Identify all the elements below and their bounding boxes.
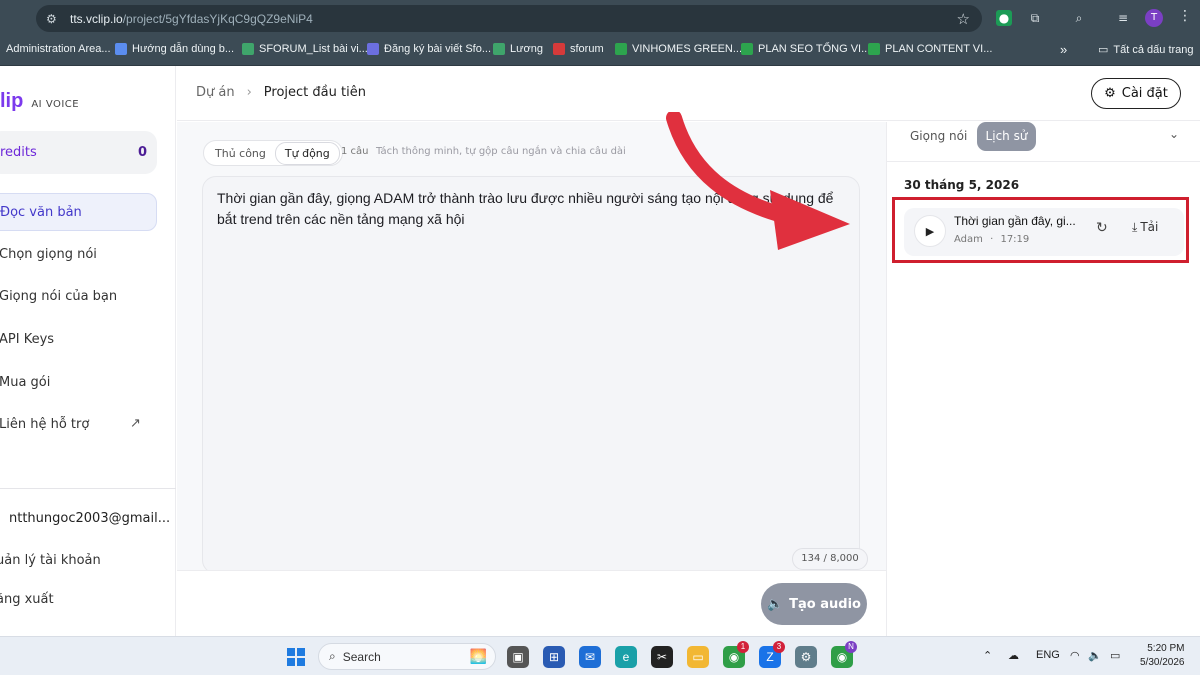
history-item-meta: Adam · 17:19 xyxy=(954,234,1030,245)
taskbar-search[interactable]: ⌕ Search 🌅 xyxy=(318,643,496,670)
mode-manual-option[interactable]: Thủ công xyxy=(206,143,275,164)
sidebar: lip AI VOICE redits 0 Đọc văn bản Chọn g… xyxy=(0,66,176,636)
app-logo[interactable]: lip AI VOICE xyxy=(0,90,79,113)
start-button-icon[interactable] xyxy=(287,648,305,666)
sidebar-item-api-keys[interactable]: API Keys xyxy=(0,320,157,358)
history-panel: Giọng nói Lịch sử ⌄ 30 tháng 5, 2026 ▶ T… xyxy=(886,122,1200,636)
history-item[interactable]: ▶ Thời gian gần đây, gi... Adam · 17:19 … xyxy=(904,208,1184,256)
all-bookmarks-folder[interactable]: ▭ Tất cả dấu trang xyxy=(1098,43,1194,57)
capcut-icon[interactable]: ✂ xyxy=(651,646,673,668)
badge-count: N xyxy=(845,641,857,653)
credits-card: redits 0 xyxy=(0,131,157,174)
system-clock[interactable]: 5:20 PM 5/30/2026 xyxy=(1140,642,1185,670)
breadcrumb-projects[interactable]: Dự án xyxy=(196,85,235,100)
settings-app-icon[interactable]: ⚙ xyxy=(795,646,817,668)
sidebar-item-buy-plan[interactable]: Mua gói xyxy=(0,363,157,401)
weather-icon: 🌅 xyxy=(469,648,487,664)
panel-tabs: Giọng nói Lịch sử ⌄ xyxy=(887,122,1200,162)
bookmark-item[interactable]: Lương xyxy=(493,43,543,55)
breadcrumb: Dự án › Project đầu tiên xyxy=(196,85,366,100)
breadcrumb-current: Project đầu tiên xyxy=(263,85,366,100)
bookmark-item[interactable]: PLAN SEO TỔNG VI... xyxy=(741,43,870,55)
form-icon xyxy=(367,43,379,55)
bookmark-item[interactable]: VINHOMES GREEN... xyxy=(615,43,742,55)
download-icon: ⤓ xyxy=(1132,220,1138,234)
annotation-arrow xyxy=(666,112,850,250)
gear-icon: ⚙ xyxy=(1104,86,1116,101)
play-icon[interactable]: ▶ xyxy=(914,215,946,247)
reading-list-icon[interactable]: ≡ xyxy=(1115,10,1131,26)
split-hint: Tách thông minh, tự gộp câu ngắn và chia… xyxy=(376,146,626,157)
create-audio-button[interactable]: 🔈 Tạo audio xyxy=(761,583,867,625)
edge-icon[interactable]: e xyxy=(615,646,637,668)
logout-link[interactable]: ăng xuất xyxy=(0,592,54,607)
tab-voices[interactable]: Giọng nói xyxy=(910,129,967,143)
sheet-plus-icon xyxy=(868,43,880,55)
badge-count: 3 xyxy=(773,641,785,653)
sidebar-item-read-text[interactable]: Đọc văn bản xyxy=(0,193,157,231)
sentence-count: 1 câu xyxy=(341,146,369,157)
store-icon[interactable]: ⊞ xyxy=(543,646,565,668)
search-icon: ⌕ xyxy=(329,649,336,663)
bookmark-item[interactable]: SFORUM_List bài vi... xyxy=(242,43,368,55)
onedrive-icon[interactable]: ☁ xyxy=(1008,649,1019,662)
sheet-plus-icon xyxy=(741,43,753,55)
address-bar[interactable]: ⚙ tts.vclip.io/project/5gYfdasYjKqC9gQZ9… xyxy=(36,5,982,32)
language-indicator[interactable]: ENG xyxy=(1036,649,1060,661)
badge-count: 1 xyxy=(737,641,749,653)
file-explorer-icon[interactable]: ▭ xyxy=(687,646,709,668)
extension-icon[interactable]: ● xyxy=(996,10,1012,26)
regenerate-icon[interactable]: ↻ xyxy=(1096,220,1108,236)
sheet-icon xyxy=(242,43,254,55)
chevron-right-icon: › xyxy=(246,85,252,100)
settings-button[interactable]: ⚙ Cài đặt xyxy=(1091,78,1181,109)
browser-toolbar: ⚙ tts.vclip.io/project/5gYfdasYjKqC9gQZ9… xyxy=(0,0,1200,36)
sheet-icon xyxy=(493,43,505,55)
split-mode-toggle: Thủ công Tự động xyxy=(203,140,343,166)
site-info-icon[interactable]: ⚙ xyxy=(46,12,60,26)
battery-icon[interactable]: ▭ xyxy=(1110,649,1120,662)
task-view-icon[interactable]: ▣ xyxy=(507,646,529,668)
extensions-puzzle-icon[interactable]: ⧉ xyxy=(1027,10,1043,26)
credits-value: 0 xyxy=(137,145,147,160)
credits-label: redits xyxy=(0,145,37,160)
bookmark-item[interactable]: Administration Area... xyxy=(6,43,111,55)
bookmarks-bar: Administration Area... Hướng dẫn dùng b.… xyxy=(0,36,1200,66)
sidebar-item-choose-voice[interactable]: Chọn giọng nói xyxy=(0,235,157,273)
history-date-heading: 30 tháng 5, 2026 xyxy=(904,178,1020,192)
url-text: tts.vclip.io/project/5gYfdasYjKqC9gQZ9eN… xyxy=(70,11,313,26)
bookmark-item[interactable]: Hướng dẫn dùng b... xyxy=(115,43,234,55)
volume-icon[interactable]: 🔈 xyxy=(1088,649,1102,662)
mode-auto-option[interactable]: Tự động xyxy=(274,141,340,165)
user-email[interactable]: ntthungoc2003@gmail... xyxy=(9,511,170,526)
history-item-title: Thời gian gần đây, gi... xyxy=(954,214,1076,228)
bookmark-item[interactable]: sforum xyxy=(553,43,604,55)
bookmarks-overflow-button[interactable]: » xyxy=(1060,42,1067,57)
outlook-icon[interactable]: ✉ xyxy=(579,646,601,668)
external-link-icon: ↗ xyxy=(130,416,141,431)
tab-search-icon[interactable]: ⌕ xyxy=(1071,10,1087,26)
folder-icon: ▭ xyxy=(1098,44,1109,56)
sforum-icon xyxy=(553,43,565,55)
sheet-plus-icon xyxy=(615,43,627,55)
account-management-link[interactable]: uản lý tài khoản xyxy=(0,553,101,568)
tab-history[interactable]: Lịch sử xyxy=(977,122,1036,151)
bookmark-item[interactable]: PLAN CONTENT VI... xyxy=(868,43,992,55)
highlight-box: ▶ Thời gian gần đây, gi... Adam · 17:19 … xyxy=(892,197,1189,263)
download-button[interactable]: ⤓ Tải xyxy=(1132,220,1158,235)
profile-avatar[interactable]: T xyxy=(1145,9,1163,27)
bookmark-item[interactable]: Đăng ký bài viết Sfo... xyxy=(367,43,491,55)
sidebar-divider xyxy=(0,488,176,489)
browser-menu-icon[interactable]: ⋮ xyxy=(1178,8,1192,24)
sidebar-item-your-voices[interactable]: Giọng nói của bạn xyxy=(0,277,157,315)
wifi-icon[interactable]: ◠ xyxy=(1070,649,1080,662)
editor-footer: 🔈 Tạo audio xyxy=(177,570,886,636)
character-counter: 134 / 8,000 xyxy=(792,548,868,570)
speaker-icon: 🔈 xyxy=(766,596,784,612)
chevron-down-icon[interactable]: ⌄ xyxy=(1169,127,1179,141)
windows-taskbar: ⌕ Search 🌅 ▣ ⊞ ✉ e ✂ ▭ ◉ 1 Z 3 ⚙ ◉ N ⌃ ☁… xyxy=(0,636,1200,675)
bookmark-star-icon[interactable]: ☆ xyxy=(957,10,970,28)
chevron-up-icon[interactable]: ⌃ xyxy=(983,649,992,662)
doc-icon xyxy=(115,43,127,55)
